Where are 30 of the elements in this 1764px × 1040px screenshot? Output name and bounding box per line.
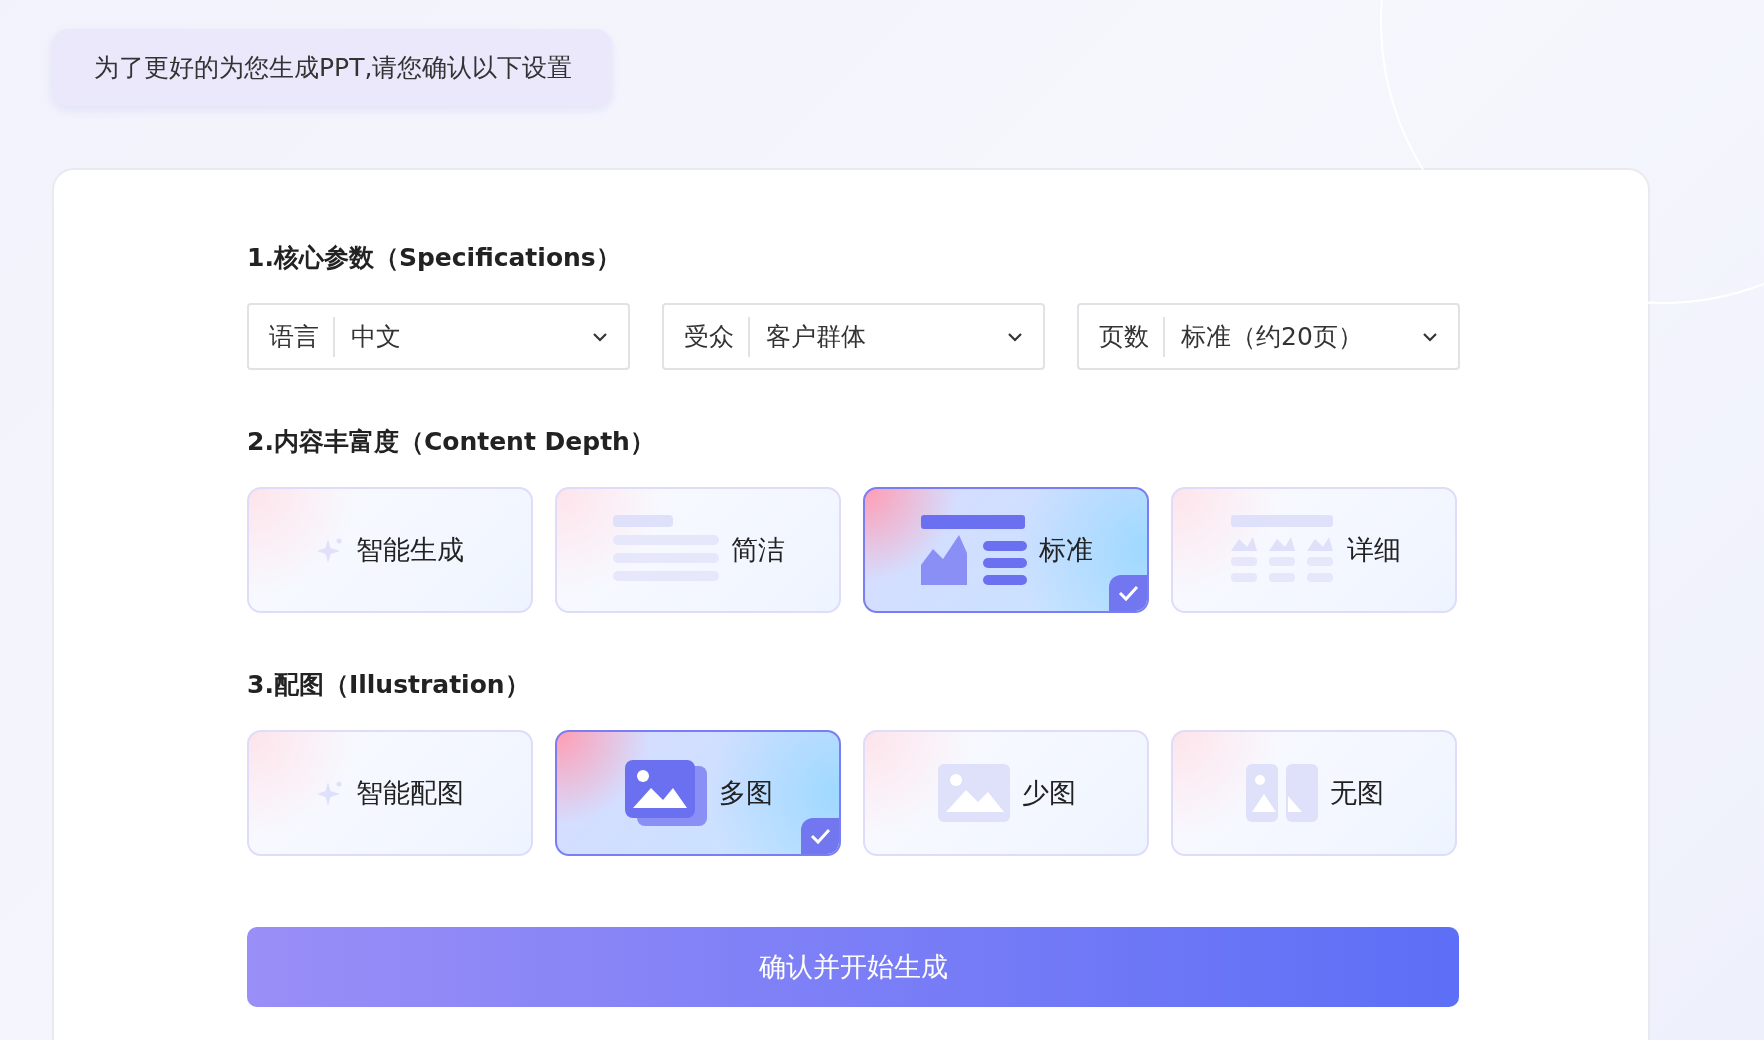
- section-title: 1.核心参数（Specifications）: [247, 242, 622, 274]
- option-card[interactable]: 标准: [863, 487, 1149, 613]
- chevron-down-icon: [592, 331, 608, 342]
- info-banner: 为了更好的为您生成PPT,请您确认以下设置: [52, 29, 613, 106]
- dropdown-label: 页数: [1099, 316, 1165, 357]
- section-title: 3.配图（Illustration）: [247, 669, 531, 701]
- check-icon: [1109, 575, 1147, 611]
- option-card[interactable]: 智能配图: [247, 730, 533, 856]
- dropdown[interactable]: 受众 客户群体: [662, 303, 1045, 370]
- dropdown-value: 中文: [350, 321, 402, 353]
- option-card[interactable]: 简洁: [555, 487, 841, 613]
- option-card[interactable]: 智能生成: [247, 487, 533, 613]
- chevron-down-icon: [1422, 331, 1438, 342]
- chevron-down-icon: [1007, 331, 1023, 342]
- dropdown-label: 语言: [269, 316, 335, 357]
- option-card[interactable]: 多图: [555, 730, 841, 856]
- images-icon: [623, 758, 709, 828]
- dropdown[interactable]: 页数 标准（约20页）: [1077, 303, 1460, 370]
- check-icon: [801, 818, 839, 854]
- dropdown-value: 客户群体: [765, 321, 867, 353]
- section-title: 2.内容丰富度（Content Depth）: [247, 426, 656, 458]
- dropdown[interactable]: 语言 中文: [247, 303, 630, 370]
- option-card[interactable]: 详细: [1171, 487, 1457, 613]
- image-split-icon: [1244, 762, 1320, 824]
- dropdown-value: 标准（约20页）: [1180, 321, 1364, 353]
- option-card[interactable]: 少图: [863, 730, 1149, 856]
- chart-text-icon: [919, 513, 1029, 587]
- image-icon: [936, 762, 1012, 824]
- option-card[interactable]: 无图: [1171, 730, 1457, 856]
- dropdown-label: 受众: [684, 316, 750, 357]
